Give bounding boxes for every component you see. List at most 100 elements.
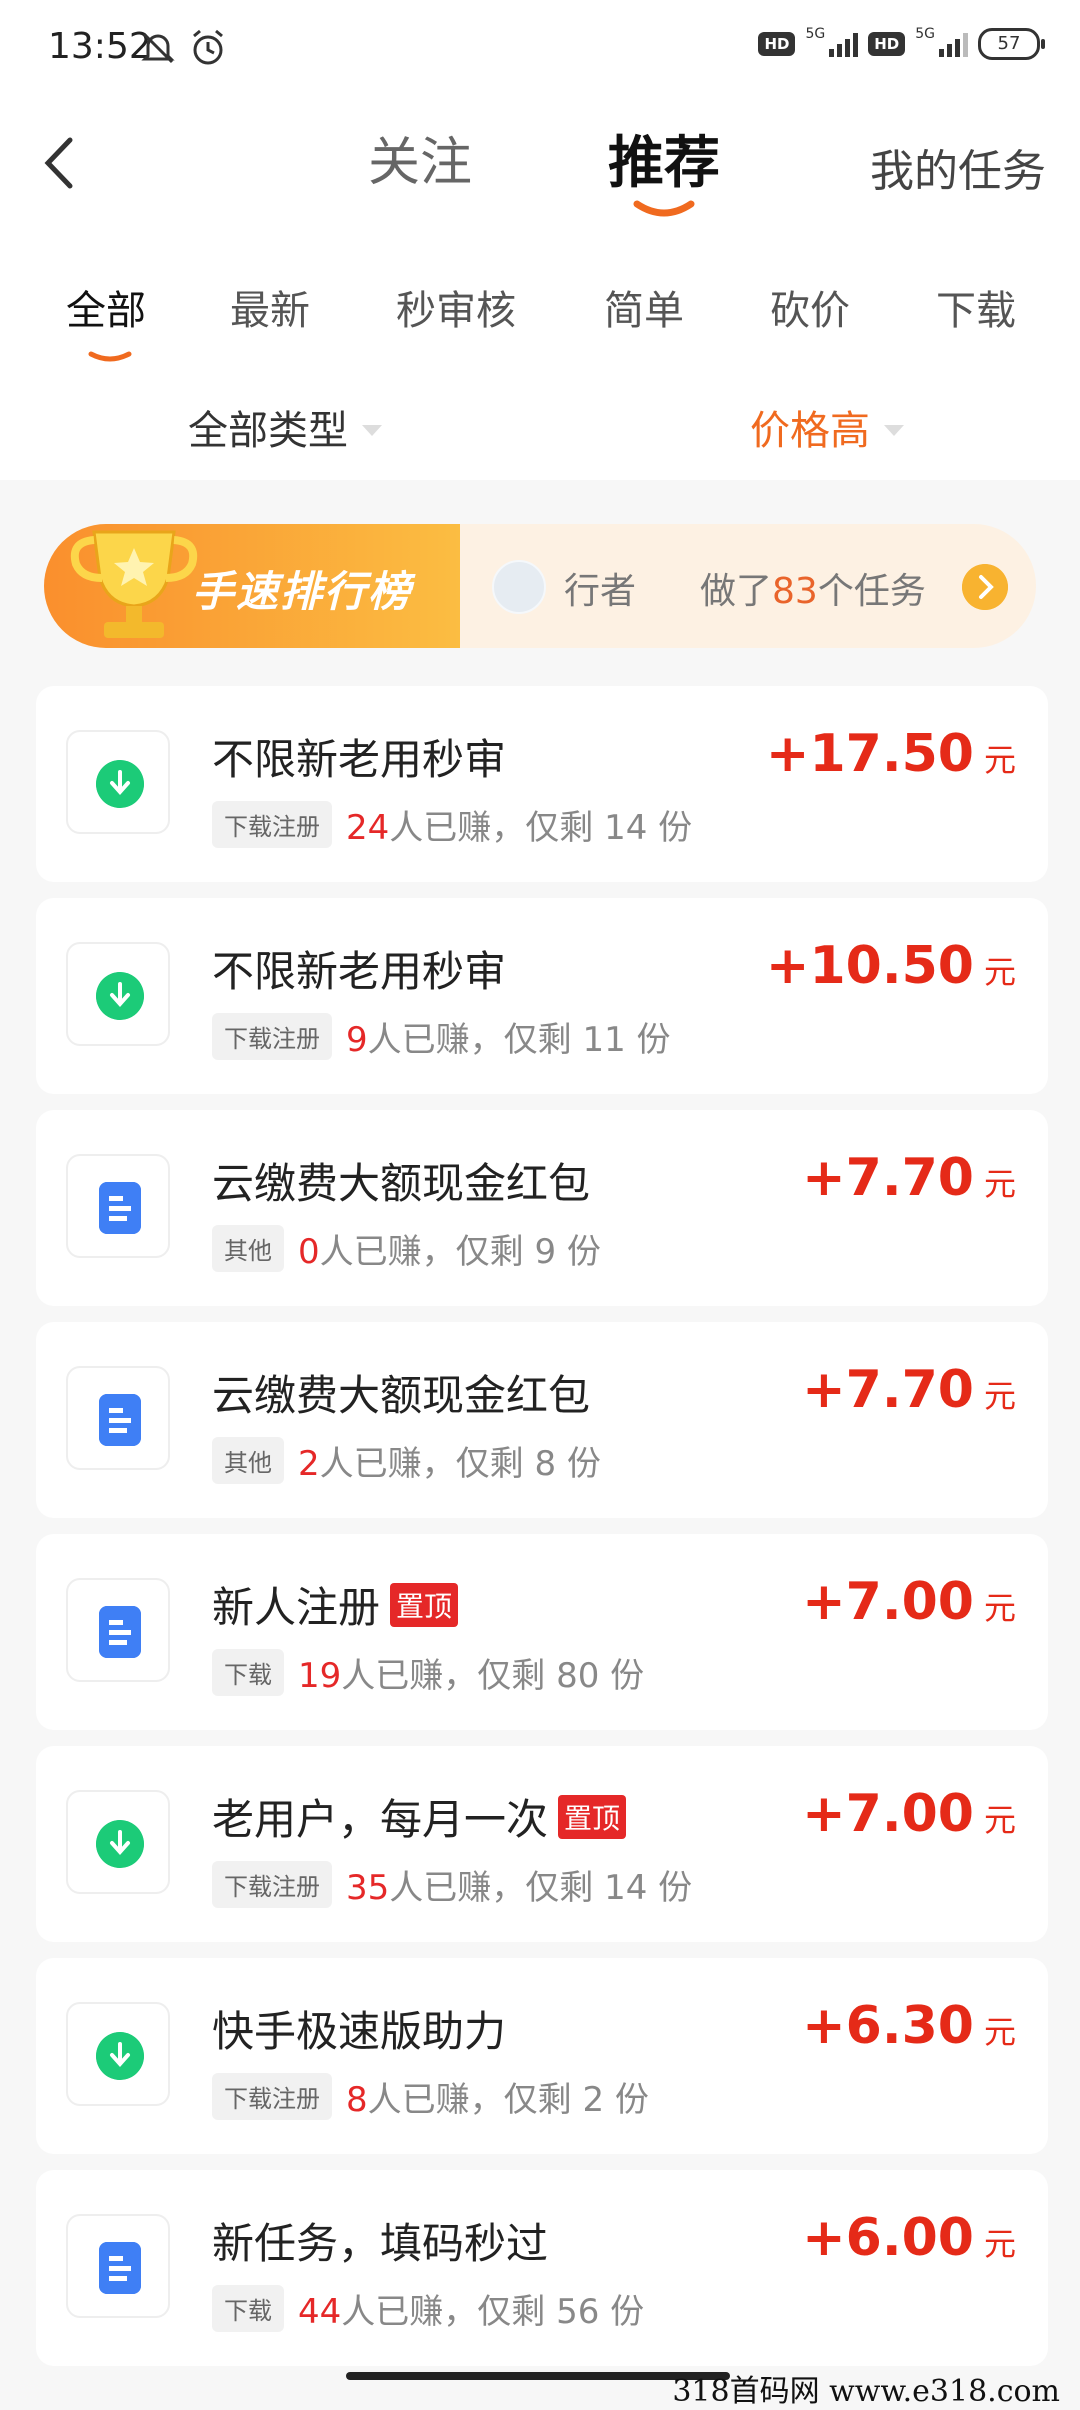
tab-my-tasks[interactable]: 我的任务 (870, 135, 1046, 199)
task-meta: 下载注册 8人已赚，仅剩 2 份 (212, 2072, 649, 2121)
task-price: +6.00 (802, 2208, 974, 2268)
task-title: 新人注册 (212, 1583, 381, 1632)
task-card[interactable]: 快手极速版助力 下载注册 8人已赚，仅剩 2 份 +6.30 元 (36, 1958, 1048, 2154)
hd-badge-2: HD (868, 32, 906, 56)
back-arrow-icon[interactable] (40, 136, 80, 190)
task-stat: 44人已赚，仅剩 56 份 (298, 2284, 644, 2333)
document-icon (99, 2242, 141, 2294)
task-list: 不限新老用秒审 下载注册 24人已赚，仅剩 14 份 +17.50 元不限新老用秒审 下载… (36, 686, 1048, 2382)
type-filter[interactable]: 全部类型 (188, 398, 382, 456)
task-meta: 下载注册 35人已赚，仅剩 14 份 (212, 1860, 692, 1909)
status-time: 13:52 (48, 26, 152, 67)
task-title-row: 老用户，每月一次 置顶 (212, 1786, 627, 1847)
task-remaining: 人已赚，仅剩 14 份 (389, 808, 693, 848)
task-card[interactable]: 不限新老用秒审 下载注册 24人已赚，仅剩 14 份 +17.50 元 (36, 686, 1048, 882)
trophy-icon (70, 530, 198, 638)
task-card[interactable]: 不限新老用秒审 下载注册 9人已赚，仅剩 11 份 +10.50 元 (36, 898, 1048, 1094)
task-stat: 24人已赚，仅剩 14 份 (346, 800, 692, 849)
task-stat: 19人已赚，仅剩 80 份 (298, 1648, 644, 1697)
task-done-count: 8 (346, 2080, 368, 2120)
task-tag: 其他 (212, 1437, 284, 1484)
tab-follow[interactable]: 关注 (368, 120, 472, 195)
task-done-count: 35 (346, 1868, 390, 1908)
task-remaining: 人已赚，仅剩 9 份 (319, 1232, 601, 1272)
task-reward: +17.50 元 (766, 724, 1016, 784)
subtab-all-label: 全部 (66, 288, 146, 334)
dropdown-icon (884, 424, 904, 436)
task-tag: 下载注册 (212, 2073, 332, 2120)
speed-ranking-banner[interactable]: 手速排行榜 行者 做了83个任务 (44, 524, 1036, 648)
category-tabs: 全部 最新 秒审核 简单 砍价 下载 (0, 278, 1080, 362)
sort-filter[interactable]: 价格高 (750, 398, 904, 456)
task-icon-box (66, 1790, 170, 1894)
header-area: 13:52 HD 5G HD 5G 57 关注 推荐 我的任务 全部 最新 秒审… (0, 0, 1080, 480)
subtab-quick-review[interactable]: 秒审核 (396, 278, 516, 336)
task-reward: +7.00 元 (802, 1784, 1016, 1844)
subtab-latest[interactable]: 最新 (230, 278, 310, 336)
task-reward: +6.00 元 (802, 2208, 1016, 2268)
status-right: HD 5G HD 5G 57 (758, 26, 1045, 60)
task-title-row: 新人注册 置顶 (212, 1574, 459, 1635)
task-price: +7.70 (802, 1360, 974, 1420)
task-price-unit: 元 (983, 1801, 1016, 1839)
subtab-bargain[interactable]: 砍价 (770, 278, 850, 336)
task-card[interactable]: 云缴费大额现金红包 其他 2人已赚，仅剩 8 份 +7.70 元 (36, 1322, 1048, 1518)
task-price-unit: 元 (983, 1165, 1016, 1203)
watermark: 318首码网 www.e318.com (672, 2374, 1060, 2409)
task-remaining: 人已赚，仅剩 14 份 (389, 1868, 693, 1908)
task-price: +7.70 (802, 1148, 974, 1208)
task-tag: 下载 (212, 1649, 284, 1696)
task-tag: 其他 (212, 1225, 284, 1272)
task-price: +7.00 (802, 1784, 974, 1844)
task-icon-box (66, 942, 170, 1046)
task-stat: 2人已赚，仅剩 8 份 (298, 1436, 601, 1485)
subtab-simple[interactable]: 简单 (604, 278, 684, 336)
task-card[interactable]: 老用户，每月一次 置顶下载注册 35人已赚，仅剩 14 份 +7.00 元 (36, 1746, 1048, 1942)
subtab-all[interactable]: 全部 (66, 278, 146, 362)
task-icon-box (66, 2214, 170, 2318)
task-title: 老用户，每月一次 (212, 1795, 549, 1844)
subtab-download[interactable]: 下载 (936, 278, 1016, 336)
task-meta: 其他 2人已赚，仅剩 8 份 (212, 1436, 601, 1485)
task-stat: 8人已赚，仅剩 2 份 (346, 2072, 649, 2121)
task-card[interactable]: 新人注册 置顶 下载 19人已赚，仅剩 80 份 +7.00 元 (36, 1534, 1048, 1730)
task-tag: 下载注册 (212, 801, 332, 848)
task-meta: 下载 44人已赚，仅剩 56 份 (212, 2284, 644, 2333)
task-meta: 下载注册 24人已赚，仅剩 14 份 (212, 800, 692, 849)
task-icon-box (66, 2002, 170, 2106)
task-title-row: 快手极速版助力 (212, 1998, 506, 2059)
download-icon (96, 760, 144, 808)
task-price: +17.50 (765, 724, 974, 784)
chevron-right-icon[interactable] (962, 564, 1008, 610)
task-title: 不限新老用秒审 (212, 735, 507, 784)
task-done-count: 2 (298, 1444, 320, 1484)
task-title-row: 不限新老用秒审 (212, 938, 506, 999)
tab-recommend[interactable]: 推荐 (608, 118, 720, 217)
task-stat: 35人已赚，仅剩 14 份 (346, 1860, 692, 1909)
task-price-unit: 元 (983, 1589, 1016, 1627)
task-title-row: 云缴费大额现金红包 (212, 1362, 590, 1423)
task-meta: 下载注册 9人已赚，仅剩 11 份 (212, 1012, 671, 1061)
task-tag: 下载 (212, 2285, 284, 2332)
download-icon (96, 972, 144, 1020)
active-tab-underline (633, 200, 695, 217)
task-price: +10.50 (765, 936, 974, 996)
task-title-row: 新任务，填码秒过 (212, 2210, 548, 2271)
task-done-count: 44 (298, 2292, 342, 2332)
type-filter-label: 全部类型 (188, 408, 348, 454)
ranking-count-value: 83 (772, 571, 818, 612)
task-remaining: 人已赚，仅剩 2 份 (367, 2080, 649, 2120)
bell-muted-icon (141, 32, 175, 64)
task-stat: 9人已赚，仅剩 11 份 (346, 1012, 671, 1061)
network-label: 5G (805, 26, 826, 42)
document-icon (99, 1606, 141, 1658)
ranking-user-name: 行者 (564, 571, 637, 612)
ranking-did-prefix: 做了 (700, 571, 773, 612)
ranking-did-suffix: 个任务 (817, 571, 926, 612)
task-card[interactable]: 云缴费大额现金红包 其他 0人已赚，仅剩 9 份 +7.70 元 (36, 1110, 1048, 1306)
task-title-row: 不限新老用秒审 (212, 726, 506, 787)
task-meta: 下载 19人已赚，仅剩 80 份 (212, 1648, 644, 1697)
task-card[interactable]: 新任务，填码秒过下载 44人已赚，仅剩 56 份 +6.00 元 (36, 2170, 1048, 2366)
task-title: 不限新老用秒审 (212, 947, 507, 996)
avatar (492, 560, 546, 614)
